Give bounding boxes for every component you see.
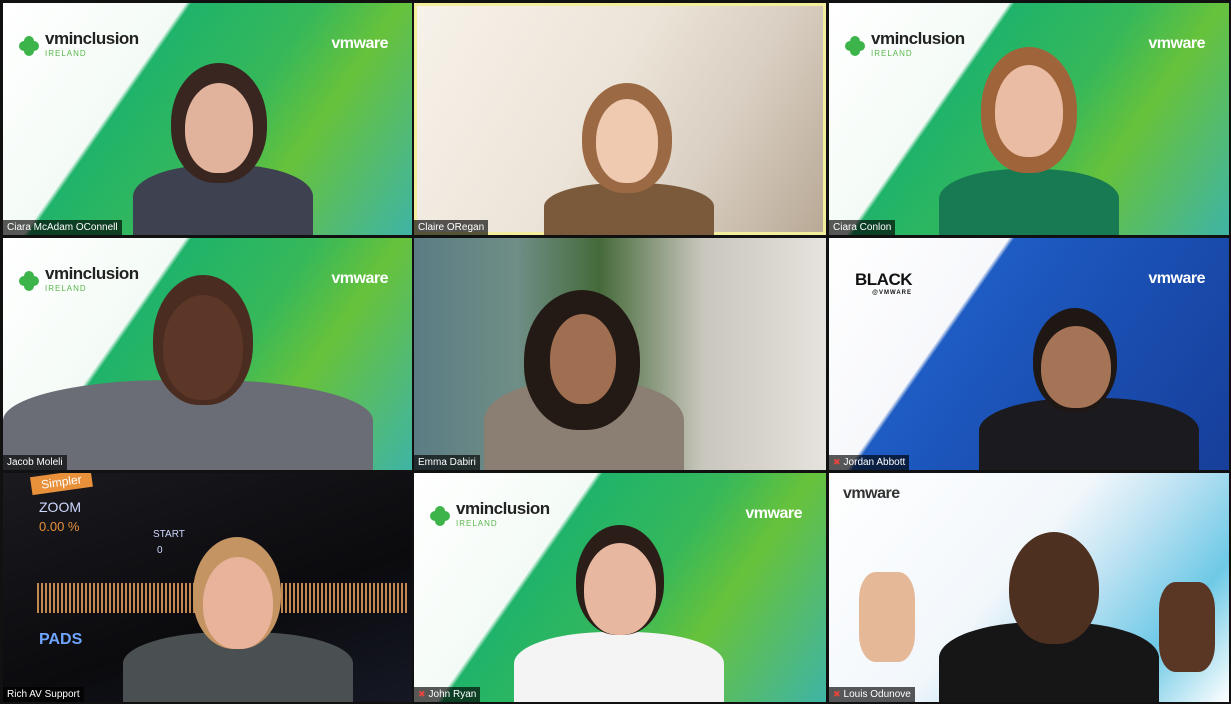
participant-name-label: ✖ Louis Odunove (829, 687, 915, 702)
video-gallery: vminclusion IRELAND vmware Ciara McAdam O… (0, 0, 1231, 704)
clover-icon (430, 506, 450, 526)
video-tile[interactable]: vminclusion IRELAND vmware ✖ John Ryan (414, 473, 826, 702)
participant-video (514, 507, 724, 702)
video-tile[interactable]: vmware ✖ Louis Odunove (829, 473, 1229, 702)
av-pads-label: PADS (39, 631, 83, 648)
muted-mic-icon: ✖ (833, 689, 841, 699)
video-tile[interactable]: Simpler ZOOM 0.00 % START 0 PADS Rich AV… (3, 473, 412, 702)
participant-name-label: Emma Dabiri (414, 455, 480, 470)
video-tile[interactable]: vminclusion IRELAND vmware Ciara Conlon (829, 3, 1229, 235)
participant-name-label: ✖ Jordan Abbott (829, 455, 910, 470)
vmware-logo: vmware (843, 485, 900, 502)
participant-video (3, 255, 383, 470)
vmware-logo: vmware (1148, 35, 1205, 52)
vmware-logo: vmware (1148, 270, 1205, 287)
video-tile[interactable]: vminclusion IRELAND vmware Ciara McAdam O… (3, 3, 412, 235)
participant-name-label: Claire ORegan (414, 220, 489, 235)
participant-video (544, 75, 714, 235)
participant-name-label: Jacob Moleli (3, 455, 67, 470)
av-zoom-value: 0.00 % (39, 519, 80, 534)
video-tile[interactable]: Emma Dabiri (414, 238, 826, 470)
black-at-vmware-logo: BLACK @VMWARE (855, 270, 913, 296)
participant-name-label: Ciara Conlon (829, 220, 896, 235)
participant-name-label: Ciara McAdam OConnell (3, 220, 122, 235)
vminclusion-logo: vminclusion IRELAND (19, 30, 139, 61)
av-simpler-label: Simpler (30, 473, 93, 496)
video-tile[interactable]: BLACK @VMWARE vmware ✖ Jordan Abbott (829, 238, 1229, 470)
participant-video (123, 35, 323, 235)
clover-icon (845, 36, 865, 56)
video-tile[interactable]: vminclusion IRELAND vmware Jacob Moleli (3, 238, 412, 470)
clover-icon (19, 36, 39, 56)
participant-name-label: Rich AV Support (3, 687, 84, 702)
vmware-logo: vmware (331, 35, 388, 52)
muted-mic-icon: ✖ (418, 689, 426, 699)
participant-video (979, 300, 1199, 470)
muted-mic-icon: ✖ (833, 457, 841, 467)
participant-video (484, 270, 684, 470)
video-tile-active-speaker[interactable]: Claire ORegan (414, 3, 826, 235)
participant-video (123, 527, 353, 702)
vmware-logo: vmware (745, 505, 802, 522)
participant-name-label: ✖ John Ryan (414, 687, 481, 702)
participant-video (929, 25, 1129, 235)
av-zoom-label: ZOOM (39, 499, 81, 515)
participant-video (849, 502, 1229, 702)
